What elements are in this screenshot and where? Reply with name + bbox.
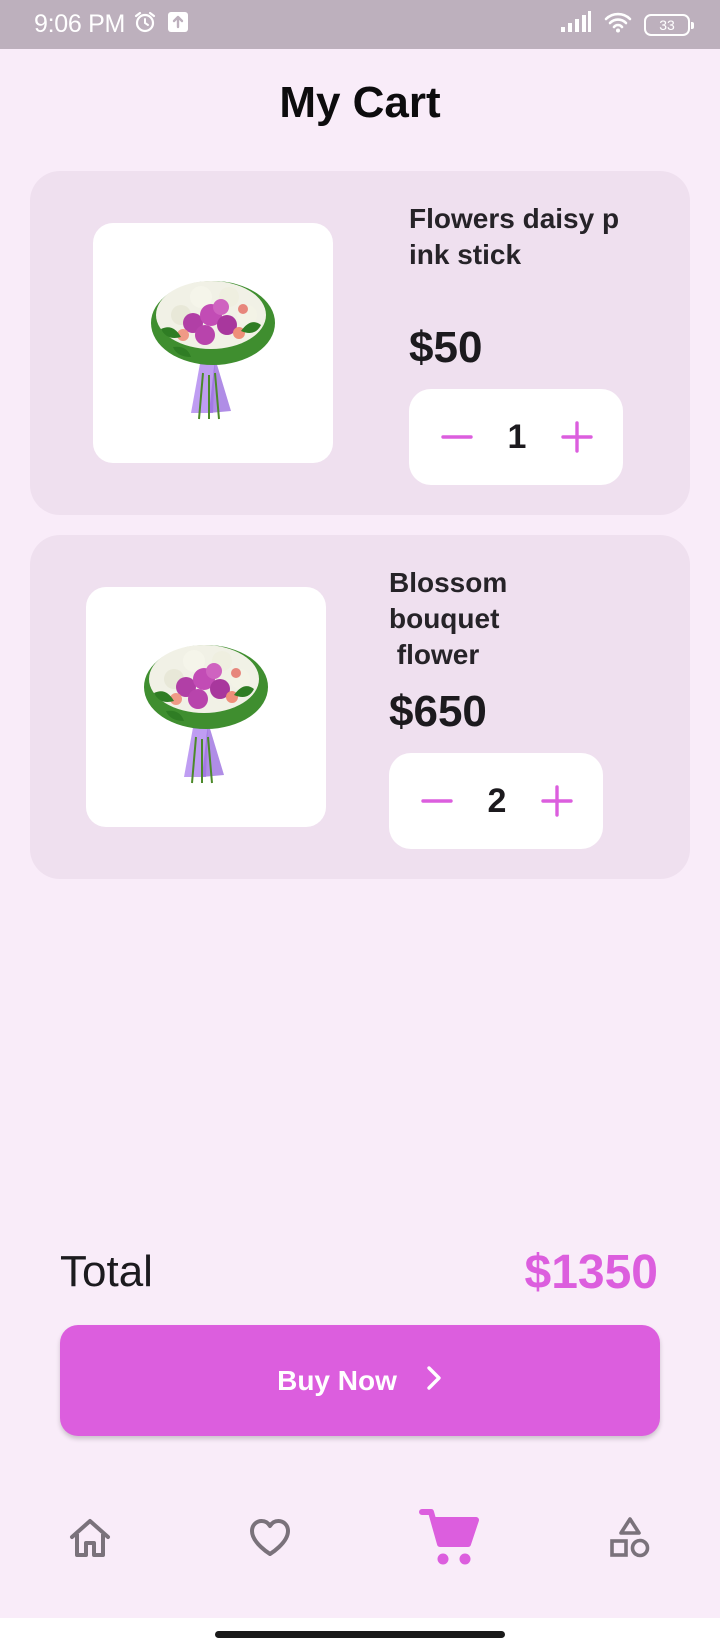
nav-categories[interactable] (595, 1490, 665, 1590)
battery-level: 33 (659, 16, 675, 33)
shapes-icon (608, 1516, 652, 1565)
page-title: My Cart (279, 78, 441, 127)
product-name: Flowers daisy p ink stick (409, 203, 620, 270)
product-image[interactable] (86, 587, 326, 827)
nav-home[interactable] (55, 1490, 125, 1590)
total-value: $1350 (524, 1246, 658, 1299)
buy-now-button[interactable]: Buy Now (60, 1325, 660, 1436)
product-price: $50 (409, 323, 483, 372)
signal-icon (560, 11, 592, 38)
buy-now-label: Buy Now (277, 1364, 397, 1396)
minus-icon[interactable] (439, 419, 475, 455)
bottom-nav (0, 1490, 720, 1590)
heart-icon (248, 1518, 292, 1563)
product-image[interactable] (93, 223, 333, 463)
nav-cart[interactable] (415, 1490, 485, 1590)
upload-icon (167, 11, 189, 38)
cart-item: Blossom bouquet flower $650 2 (30, 535, 690, 879)
battery-icon: 33 (644, 13, 694, 36)
cart-icon (419, 1508, 481, 1573)
cart-item: Flowers daisy p ink stick $50 1 (30, 171, 690, 515)
product-price: $650 (389, 687, 487, 736)
status-time: 9:06 PM (34, 10, 126, 38)
quantity-value: 1 (507, 417, 527, 456)
total-label: Total (60, 1247, 153, 1296)
alarm-icon (133, 10, 157, 39)
nav-favorites[interactable] (235, 1490, 305, 1590)
product-name: Blossom bouquet flower (389, 567, 508, 670)
quantity-stepper: 2 (389, 753, 603, 849)
plus-icon[interactable] (559, 419, 595, 455)
quantity-stepper: 1 (409, 389, 623, 485)
quantity-value: 2 (487, 781, 507, 820)
flower-bouquet-image (144, 645, 268, 784)
flower-bouquet-image (151, 281, 275, 420)
chevron-right-icon (425, 1365, 443, 1396)
status-bar: 9:06 PM 33 (0, 0, 720, 49)
plus-icon[interactable] (539, 783, 575, 819)
home-icon (68, 1517, 112, 1564)
minus-icon[interactable] (419, 783, 455, 819)
wifi-icon (604, 11, 632, 38)
home-indicator[interactable] (215, 1631, 505, 1638)
